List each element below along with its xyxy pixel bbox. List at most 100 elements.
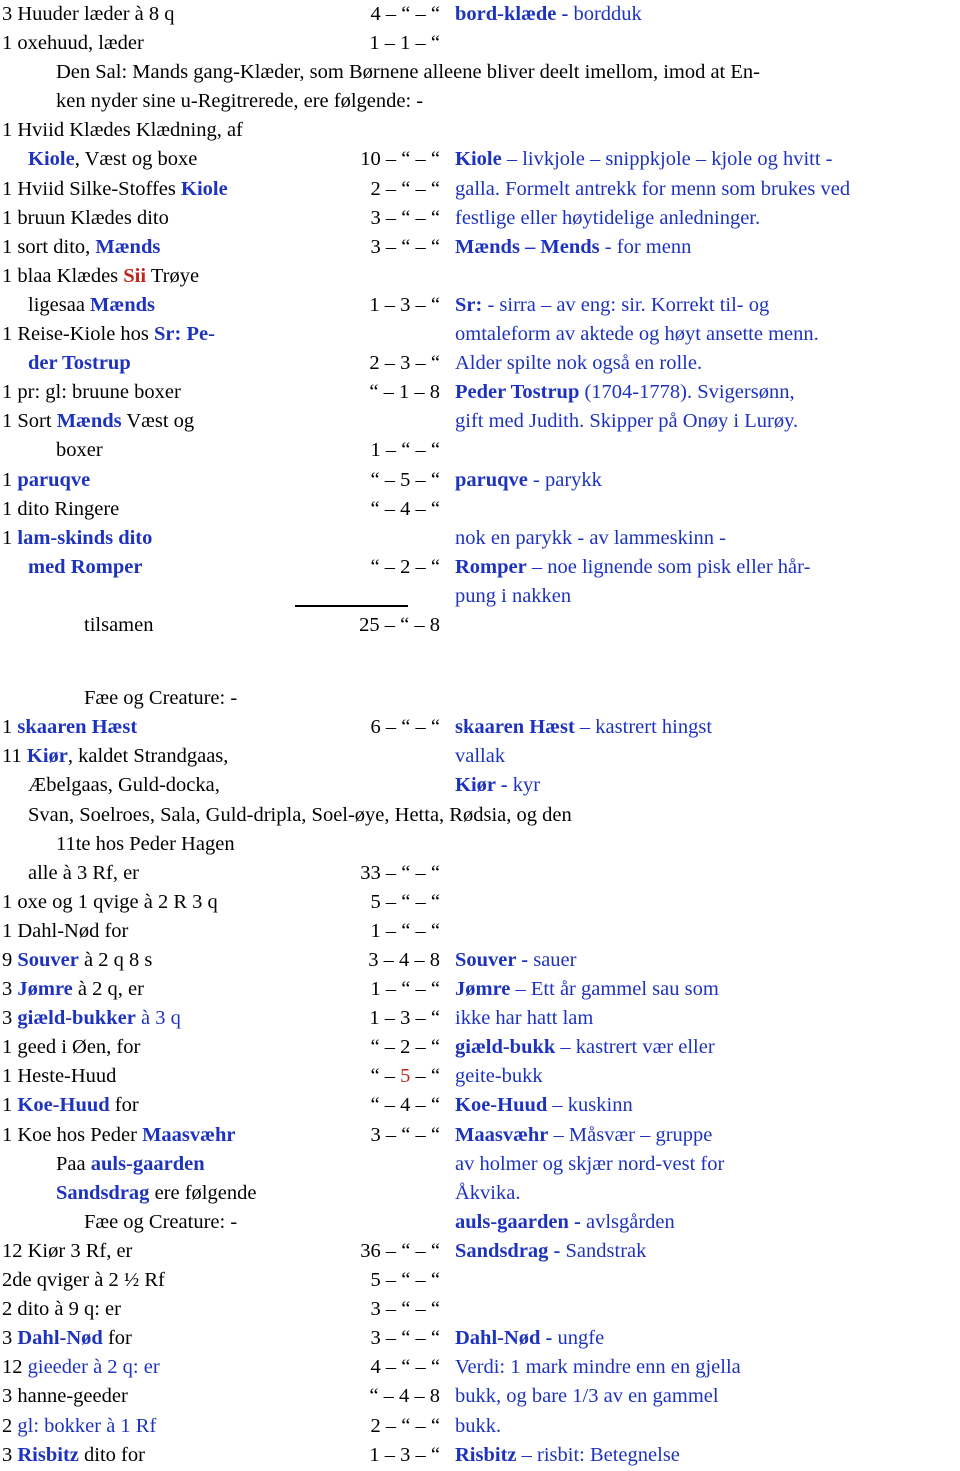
entry-amount: 3 – “ – “ xyxy=(370,1327,440,1350)
entry-note: ikke har hatt lam xyxy=(455,1007,594,1030)
entry-item: ligesaa Mænds xyxy=(28,293,155,316)
entry-row: med Romper “ – 2 – “ Romper – noe lignen… xyxy=(0,553,960,582)
entry-item: 1 paruqve xyxy=(2,468,91,491)
entry-row: 11te hos Peder Hagen xyxy=(0,830,960,859)
entry-item: 2de qviger à 2 ½ Rf xyxy=(2,1269,165,1292)
entry-row: 12 Kiør 3 Rf, er 36 – “ – “ Sandsdrag - … xyxy=(0,1237,960,1266)
entry-amount: 36 – “ – “ xyxy=(360,1239,440,1262)
entry-row: 1 lam-skinds dito nok en parykk - av lam… xyxy=(0,524,960,553)
entry-item: 1 Hviid Klædes Klædning, af xyxy=(2,119,243,142)
entry-item: 3 Huuder læder à 8 q xyxy=(2,3,175,25)
entry-row: Fæe og Creature: - auls-gaarden - avlsgå… xyxy=(0,1208,960,1237)
entry-amount: 33 – “ – “ xyxy=(360,861,440,884)
entry-note: Maasvæhr – Måsvær – gruppe xyxy=(455,1123,713,1146)
document-page: 3 Huuder læder à 8 q 4 – “ – “ bord-klæd… xyxy=(0,0,960,1471)
entry-item: Sandsdrag ere følgende xyxy=(56,1181,257,1204)
entry-amount: “ – 4 – “ xyxy=(370,497,440,520)
entry-amount: 1 – 1 – “ xyxy=(369,32,440,55)
entry-amount: “ – 1 – 8 xyxy=(369,381,440,404)
entry-amount: 3 – “ – “ xyxy=(370,1298,440,1321)
entry-note: gift med Judith. Skipper på Onøy i Lurøy… xyxy=(455,410,799,433)
entry-item: Paa auls-gaarden xyxy=(56,1152,205,1175)
entry-item: Den Sal: Mands gang-Klæder, som Børnene … xyxy=(56,61,760,84)
entry-note: festlige eller høytidelige anledninger. xyxy=(455,206,761,229)
entry-amount: 1 – 3 – “ xyxy=(369,1443,440,1466)
entry-row: boxer 1 – “ – “ xyxy=(0,436,960,465)
entry-item: 3 giæld-bukker à 3 q xyxy=(2,1007,181,1030)
entry-row: 3 Huuder læder à 8 q 4 – “ – “ bord-klæd… xyxy=(0,0,960,29)
entry-row: 1 oxehuud, læder 1 – 1 – “ xyxy=(0,29,960,58)
entry-item: 3 hanne-geeder xyxy=(2,1385,128,1408)
entry-item: 1 sort dito, Mænds xyxy=(2,235,161,258)
entry-amount: 3 – “ – “ xyxy=(370,235,440,258)
entry-row: 1 Hviid Silke-Stoffes Kiole 2 – “ – “ ga… xyxy=(0,175,960,204)
entry-note: galla. Formelt antrekk for menn som bruk… xyxy=(455,177,851,200)
entry-amount: 5 – “ – “ xyxy=(370,890,440,913)
entry-item: 12 Kiør 3 Rf, er xyxy=(2,1239,133,1262)
entry-row: 3 Risbitz dito for 1 – 3 – “ Risbitz – r… xyxy=(0,1441,960,1470)
entry-item: 1 geed i Øen, for xyxy=(2,1036,141,1059)
entry-item: 1 Reise-Kiole hos Sr: Pe- xyxy=(2,323,215,346)
entry-item: 1 dito Ringere xyxy=(2,497,120,520)
entry-note: Kiør - kyr xyxy=(455,774,541,797)
entry-item: med Romper xyxy=(28,555,143,578)
entry-item: Æbelgaas, Guld-docka, xyxy=(28,774,220,797)
entry-amount: 4 – “ – “ xyxy=(370,1356,440,1379)
entry-item: der Tostrup xyxy=(28,352,131,375)
entry-item: 1 Koe-Huud for xyxy=(2,1094,139,1117)
entry-item: 1 blaa Klædes Sii Trøye xyxy=(2,264,200,287)
entry-note: Sr: - sirra – av eng: sir. Korrekt til- … xyxy=(455,293,770,316)
entry-row: der Tostrup 2 – 3 – “ Alder spilte nok o… xyxy=(0,349,960,378)
entry-row: 1 blaa Klædes Sii Trøye xyxy=(0,262,960,291)
total-label: tilsamen xyxy=(84,613,154,636)
entry-note: skaaren Hæst – kastrert hingst xyxy=(455,716,713,739)
entry-row: 3 giæld-bukker à 3 q 1 – 3 – “ ikke har … xyxy=(0,1004,960,1033)
entry-row: 2de qviger à 2 ½ Rf 5 – “ – “ xyxy=(0,1266,960,1295)
entry-row: alle à 3 Rf, er 33 – “ – “ xyxy=(0,859,960,888)
entry-row: pung i nakken xyxy=(0,582,960,611)
entry-item: 1 pr: gl: bruune boxer xyxy=(2,381,181,404)
entry-amount: 6 – “ – “ xyxy=(370,716,440,739)
entry-row: Kiole, Væst og boxe 10 – “ – “ Kiole – l… xyxy=(0,145,960,174)
entry-item: 9 Souver à 2 q 8 s xyxy=(2,949,153,971)
entry-amount: “ – 4 – 8 xyxy=(369,1385,440,1408)
section-heading: Fæe og Creature: - xyxy=(84,687,238,710)
entry-note: auls-gaarden - avlsgården xyxy=(455,1210,675,1233)
entry-row: Svan, Soelroes, Sala, Guld-dripla, Soel-… xyxy=(0,801,960,830)
entry-note: av holmer og skjær nord-vest for xyxy=(455,1152,725,1175)
entry-row: 1 oxe og 1 qvige à 2 R 3 q 5 – “ – “ xyxy=(0,888,960,917)
entry-amount: 1 – 3 – “ xyxy=(369,293,440,316)
entry-item: 2 dito à 9 q: er xyxy=(2,1298,121,1321)
entry-row: Paa auls-gaarden av holmer og skjær nord… xyxy=(0,1150,960,1179)
entry-item: boxer xyxy=(56,439,103,462)
entry-item: 11te hos Peder Hagen xyxy=(56,832,235,855)
entry-amount: 2 – “ – “ xyxy=(370,177,440,200)
entry-note: Alder spilte nok også en rolle. xyxy=(455,352,703,375)
entry-amount: 3 – 4 – 8 xyxy=(368,949,440,971)
total-amount: 25 – “ – 8 xyxy=(359,613,440,636)
section-heading-row: Fæe og Creature: - xyxy=(0,684,960,713)
entry-amount: “ – 5 – “ xyxy=(370,1065,440,1088)
entry-item: 1 lam-skinds dito xyxy=(2,526,153,549)
entry-item: 1 Koe hos Peder Maasvæhr xyxy=(2,1123,236,1146)
entry-row: 1 Koe-Huud for “ – 4 – “ Koe-Huud – kusk… xyxy=(0,1091,960,1120)
entry-amount: 10 – “ – “ xyxy=(360,148,440,171)
entry-row-total: tilsamen 25 – “ – 8 xyxy=(0,611,960,640)
entry-amount: 2 – “ – “ xyxy=(370,1414,440,1437)
entry-note: Kiole – livkjole – snippkjole – kjole og… xyxy=(455,148,833,171)
entry-item: 1 oxehuud, læder xyxy=(2,32,144,55)
entry-amount: 1 – “ – “ xyxy=(370,978,440,1001)
entry-note: vallak xyxy=(455,745,506,768)
entry-item: alle à 3 Rf, er xyxy=(28,861,139,884)
entry-item: 1 bruun Klædes dito xyxy=(2,206,169,229)
entry-note: giæld-bukk – kastrert vær eller xyxy=(455,1036,715,1059)
entry-note: bord-klæde - bordduk xyxy=(455,3,642,25)
entry-note: Dahl-Nød - ungfe xyxy=(455,1327,605,1350)
entry-item: 1 Dahl-Nød for xyxy=(2,919,129,942)
entry-amount: 1 – “ – “ xyxy=(370,919,440,942)
entry-row: 12 gieeder à 2 q: er 4 – “ – “ Verdi: 1 … xyxy=(0,1353,960,1382)
entry-row: 1 skaaren Hæst 6 – “ – “ skaaren Hæst – … xyxy=(0,713,960,742)
entry-note: Koe-Huud – kuskinn xyxy=(455,1094,633,1117)
entry-amount: “ – 5 – “ xyxy=(370,468,440,491)
